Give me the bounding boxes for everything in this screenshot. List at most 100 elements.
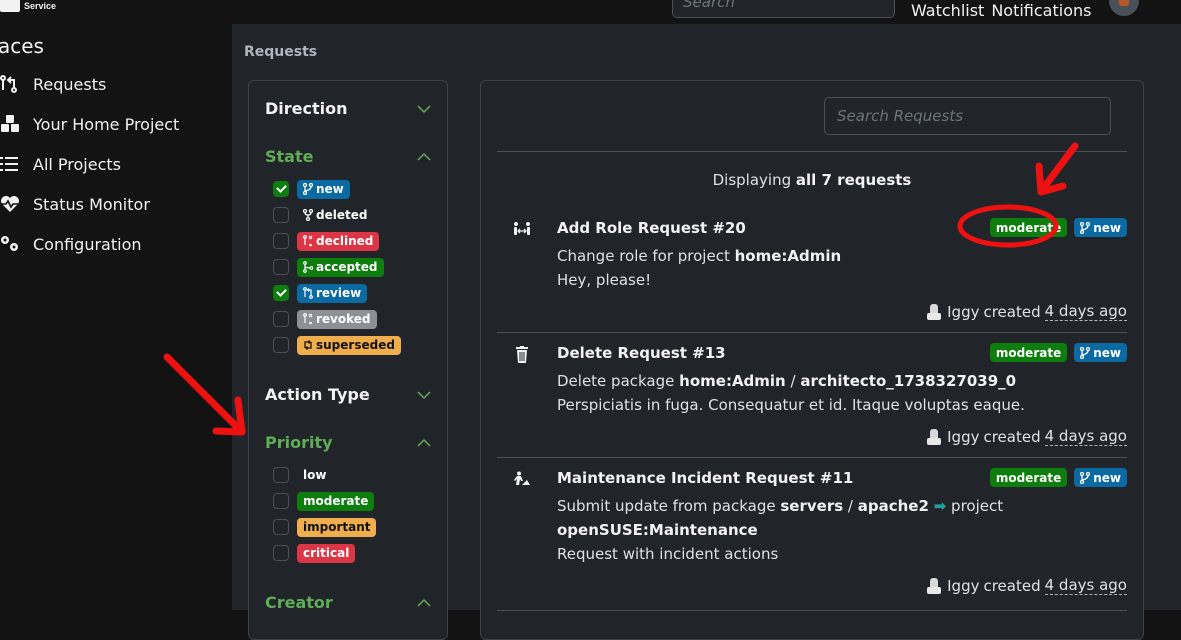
checkbox-priority-critical[interactable] — [273, 545, 289, 561]
badge-priority-moderate: moderate — [297, 491, 375, 511]
filter-section-action-type[interactable]: Action Type — [265, 385, 431, 404]
chevron-down-icon — [417, 390, 431, 399]
creator-name[interactable]: Iggy — [947, 303, 979, 321]
sidebar-item-configuration[interactable]: Configuration — [0, 230, 142, 258]
sidebar-item-label: Your Home Project — [33, 114, 180, 134]
checkbox-priority-low[interactable] — [273, 467, 289, 483]
arrow-right-icon: ➡ — [933, 497, 947, 515]
project-link[interactable]: home:Admin — [679, 372, 786, 390]
request-badges: moderate new — [989, 468, 1127, 487]
request-creator: Iggy created 4 days ago — [925, 302, 1127, 321]
checkbox-priority-important[interactable] — [273, 519, 289, 535]
badge-priority-critical: critical — [297, 543, 356, 563]
global-search-input[interactable]: Search — [672, 0, 895, 18]
request-title[interactable]: Add Role Request #20 — [557, 219, 746, 237]
request-comment: Request with incident actions — [557, 545, 779, 563]
sidebar-item-label: Configuration — [33, 234, 142, 254]
divider — [497, 610, 1127, 611]
priority-badge: moderate — [989, 468, 1068, 487]
checkbox-priority-moderate[interactable] — [273, 493, 289, 509]
badge-priority-low: low — [303, 468, 327, 482]
package-link[interactable]: apache2 — [858, 497, 929, 515]
sidebar-item-label: Status Monitor — [33, 194, 150, 214]
sidebar: aces Requests Your Home Project All Proj… — [0, 24, 232, 610]
main-content: Requests Direction State new deleted dec… — [232, 24, 1181, 640]
request-creator: Iggy created 4 days ago — [925, 427, 1127, 446]
filter-section-direction[interactable]: Direction — [265, 99, 431, 118]
sidebar-item-label: All Projects — [33, 154, 121, 174]
creator-name[interactable]: Iggy — [947, 428, 979, 446]
sidebar-item-home-project[interactable]: Your Home Project — [0, 110, 179, 138]
code-pull-request-closed-icon — [303, 313, 313, 325]
filter-option-priority-important: important — [273, 517, 377, 537]
package-link[interactable]: architecto_1738327039_0 — [800, 372, 1016, 390]
code-branch-icon — [1080, 346, 1091, 359]
checkbox-state-accepted[interactable] — [273, 259, 289, 275]
project-link[interactable]: home:Admin — [735, 247, 842, 265]
filter-section-state[interactable]: State — [265, 147, 431, 166]
person-digging-icon — [514, 471, 530, 485]
badge-state-review: review — [297, 283, 368, 303]
watchlist-link[interactable]: Watchlist — [911, 1, 984, 20]
divider — [497, 332, 1127, 333]
logo-text-service: Service — [24, 1, 57, 11]
creator-avatar — [925, 577, 943, 595]
badge-state-superseded: superseded — [297, 335, 401, 355]
filter-option-state-declined: declined — [273, 231, 380, 251]
project-link[interactable]: servers — [780, 497, 843, 515]
target-project-link[interactable]: openSUSE:Maintenance — [557, 521, 758, 539]
search-requests-input[interactable]: Search Requests — [824, 97, 1111, 135]
filter-section-creator[interactable]: Creator — [265, 593, 431, 612]
people-arrows-icon — [514, 222, 530, 235]
badge-state-revoked: revoked — [297, 309, 377, 329]
chevron-up-icon — [417, 598, 431, 607]
filter-option-priority-critical: critical — [273, 543, 356, 563]
checkbox-state-declined[interactable] — [273, 233, 289, 249]
badge-priority-important: important — [297, 517, 377, 537]
filter-option-state-review: review — [273, 283, 368, 303]
filter-section-title: Direction — [265, 99, 348, 118]
filter-option-state-deleted: deleted — [273, 205, 373, 225]
code-merge-icon — [303, 261, 313, 273]
request-badges: moderate new — [989, 343, 1127, 362]
logo-cube-icon — [0, 0, 20, 12]
priority-badge: moderate — [989, 343, 1068, 362]
code-pull-request-icon — [303, 287, 313, 299]
filter-option-priority-moderate: moderate — [273, 491, 375, 511]
checkbox-state-revoked[interactable] — [273, 311, 289, 327]
priority-badge: moderate — [989, 218, 1068, 237]
filter-section-title: State — [265, 147, 314, 166]
code-compare-icon — [304, 340, 312, 350]
sidebar-item-all-projects[interactable]: All Projects — [0, 150, 121, 178]
sidebar-title: aces — [0, 34, 44, 58]
creator-name[interactable]: Iggy — [947, 577, 979, 595]
request-title[interactable]: Maintenance Incident Request #11 — [557, 469, 853, 487]
checkbox-state-superseded[interactable] — [273, 337, 289, 353]
checkbox-state-deleted[interactable] — [273, 207, 289, 223]
checkbox-state-new[interactable] — [273, 181, 289, 197]
trash-icon — [516, 346, 528, 363]
chevron-up-icon — [417, 438, 431, 447]
requests-panel: Search Requests Displaying all 7 request… — [480, 80, 1144, 640]
cubes-icon — [0, 114, 33, 134]
user-avatar[interactable] — [1109, 0, 1139, 16]
badge-state-accepted: accepted — [297, 257, 384, 277]
sidebar-item-status-monitor[interactable]: Status Monitor — [0, 190, 150, 218]
request-title[interactable]: Delete Request #13 — [557, 344, 726, 362]
top-links: Watchlist Notifications — [911, 1, 1091, 20]
request-badges: moderate new — [989, 218, 1127, 237]
divider — [497, 457, 1127, 458]
code-pull-request-icon — [0, 74, 33, 94]
top-navbar: Build Service Search Watchlist Notificat… — [0, 0, 1181, 24]
code-pull-request-closed-icon — [303, 235, 313, 247]
filter-section-priority[interactable]: Priority — [265, 433, 431, 452]
request-comment: Hey, please! — [557, 271, 652, 289]
created-time: 4 days ago — [1044, 576, 1127, 595]
notifications-link[interactable]: Notifications — [991, 1, 1091, 20]
filter-option-state-superseded: superseded — [273, 335, 401, 355]
sidebar-item-requests[interactable]: Requests — [0, 70, 106, 98]
code-branch-icon — [1080, 221, 1091, 234]
creator-avatar — [925, 303, 943, 321]
checkbox-state-review[interactable] — [273, 285, 289, 301]
logo[interactable]: Build Service — [0, 0, 56, 12]
